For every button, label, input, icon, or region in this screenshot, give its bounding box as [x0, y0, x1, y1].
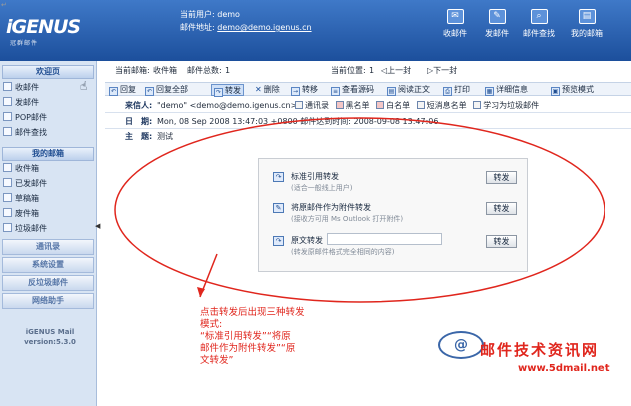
read-icon: ▤	[387, 87, 396, 96]
add-contact-button[interactable]: 通讯录	[295, 98, 329, 113]
search-mail-button[interactable]: ⌕ 邮件查找	[520, 6, 558, 52]
move-icon: →	[291, 87, 300, 96]
sidebar-item-pop[interactable]: POP邮件	[3, 111, 93, 124]
mail-toolbar: ↶ 回复 ↶ 回复全部 ↷ 转发 ✕ 删除 → 转移 ≡ 查看源码 ▤ 阅读正文 ⎙ 打印 ▦ 详…	[105, 82, 631, 97]
read-body-button[interactable]: ▤ 阅读正文	[387, 84, 430, 96]
spam-icon	[473, 101, 482, 109]
print-icon: ⎙	[443, 87, 452, 96]
inbox-icon	[3, 82, 12, 91]
sms-list-button[interactable]: 短消息名单	[416, 98, 467, 113]
annotation-note: 点击转发后出现三种转发 模式: “标准引用转发”“将原 邮件作为附件转发”“原 …	[200, 307, 305, 366]
watermark-url: www.5dmail.net	[518, 363, 610, 374]
position-label: 当前位置:	[331, 66, 366, 75]
sidebar-section-assistant[interactable]: 网络助手	[2, 293, 94, 309]
blacklist-icon	[335, 101, 344, 109]
total-label: 邮件总数:	[187, 66, 222, 75]
info-bar: 当前邮箱: 收件箱 邮件总数: 1 当前位置: 1 ◁上一封 ▷下一封	[105, 64, 631, 77]
sidebar-item-send[interactable]: 发邮件	[3, 96, 93, 109]
corner-mark: ↵	[1, 1, 7, 9]
watermark: @ 邮件技术资讯网 www.5dmail.net	[430, 325, 625, 385]
inbox-button[interactable]: ✉ 收邮件	[436, 6, 474, 52]
whitelist-icon	[376, 101, 385, 109]
print-button[interactable]: ⎙ 打印	[443, 84, 470, 96]
delete-icon: ✕	[255, 85, 262, 94]
inbox-icon: ✉	[446, 9, 464, 24]
app-header: iGENUS 冠群邮件 当前用户: demo 邮件地址: demo@demo.ig…	[0, 0, 631, 61]
sidebar-section-contacts[interactable]: 通讯录	[2, 239, 94, 255]
folder-inbox[interactable]: 收件箱	[3, 162, 93, 175]
folder-icon	[3, 163, 12, 172]
move-button[interactable]: → 转移	[291, 84, 318, 96]
reply-all-button[interactable]: ↶ 回复全部	[145, 84, 188, 96]
folder-icon	[3, 208, 12, 217]
my-mailbox-title: 我的邮箱	[2, 147, 94, 161]
folder-icon	[3, 193, 12, 202]
sms-icon	[416, 101, 425, 109]
folder-icon	[3, 223, 12, 232]
watermark-text: 邮件技术资讯网	[480, 341, 600, 359]
mouse-cursor-icon: ☝	[80, 79, 88, 93]
sidebar-collapse-icon[interactable]: ◀	[95, 222, 101, 232]
contact-icon	[295, 101, 303, 109]
pop-icon	[3, 112, 12, 121]
my-mailbox-button[interactable]: ▤ 我的邮箱	[567, 6, 607, 52]
sidebar-item-search[interactable]: 邮件查找	[3, 126, 93, 139]
prev-mail-link[interactable]: ◁上一封	[381, 64, 411, 77]
from-label: 来信人:	[125, 101, 153, 110]
from-row: 来信人: "demo" <demo@demo.igenus.cn> 通讯录 黑名…	[105, 98, 631, 113]
compose-button[interactable]: ✎ 发邮件	[478, 6, 516, 52]
from-value: "demo" <demo@demo.igenus.cn>	[157, 101, 298, 110]
reply-all-icon: ↶	[145, 87, 154, 96]
whitelist-button[interactable]: 白名单	[376, 98, 410, 113]
learn-spam-button[interactable]: 学习为垃圾邮件	[473, 98, 539, 113]
sidebar: 欢迎页 收邮件 发邮件 POP邮件 邮件查找 ☝ 我的邮箱 收件箱 已发邮件 草…	[0, 61, 97, 406]
reply-button[interactable]: ↶ 回复	[109, 84, 136, 96]
blacklist-button[interactable]: 黑名单	[335, 98, 370, 113]
mailbox-name: 收件箱	[153, 66, 177, 75]
details-button[interactable]: ▦ 详细信息	[485, 84, 528, 96]
forward-button[interactable]: ↷ 转发	[211, 84, 244, 97]
total-count: 1	[225, 66, 231, 75]
from-actions: 通讯录 黑名单 白名单 短消息名单 学习为垃圾邮件	[291, 98, 539, 113]
version-info: iGENUS Mail version:5.3.0	[24, 328, 76, 346]
position-value: 1	[369, 66, 375, 75]
preview-mode-button[interactable]: ▣ 预览模式	[551, 84, 594, 96]
current-user: demo	[217, 10, 240, 19]
compose-icon: ✎	[488, 9, 506, 24]
forward-icon: ↷	[214, 88, 223, 97]
annotation-ellipse	[114, 117, 605, 303]
folder-junk[interactable]: 垃圾邮件	[3, 222, 93, 235]
sidebar-section-settings[interactable]: 系统设置	[2, 257, 94, 273]
details-icon: ▦	[485, 87, 494, 96]
mailbox-label: 当前邮箱:	[115, 66, 150, 75]
folder-drafts[interactable]: 草稿箱	[3, 192, 93, 205]
view-source-button[interactable]: ≡ 查看源码	[331, 84, 374, 96]
app-logo: iGENUS 冠群邮件	[6, 16, 81, 47]
folder-trash[interactable]: 废件箱	[3, 207, 93, 220]
folder-sent[interactable]: 已发邮件	[3, 177, 93, 190]
user-info: 当前用户: demo 邮件地址: demo@demo.igenus.cn	[180, 8, 312, 34]
reply-icon: ↶	[109, 87, 118, 96]
sidebar-welcome[interactable]: 欢迎页	[2, 65, 94, 79]
delete-button[interactable]: ✕ 删除	[255, 84, 280, 96]
folder-icon	[3, 178, 12, 187]
sidebar-section-antispam[interactable]: 反垃圾邮件	[2, 275, 94, 291]
mail-address-link[interactable]: demo@demo.igenus.cn	[217, 23, 311, 32]
current-user-label: 当前用户:	[180, 10, 215, 19]
mail-address-label: 邮件地址:	[180, 23, 215, 32]
source-icon: ≡	[331, 87, 340, 96]
next-mail-link[interactable]: ▷下一封	[427, 64, 457, 77]
compose-icon	[3, 97, 12, 106]
preview-icon: ▣	[551, 87, 560, 96]
search-icon: ⌕	[530, 9, 548, 24]
watermark-logo-icon: @	[438, 331, 484, 359]
search-icon	[3, 127, 12, 136]
mailbox-icon: ▤	[578, 9, 596, 24]
